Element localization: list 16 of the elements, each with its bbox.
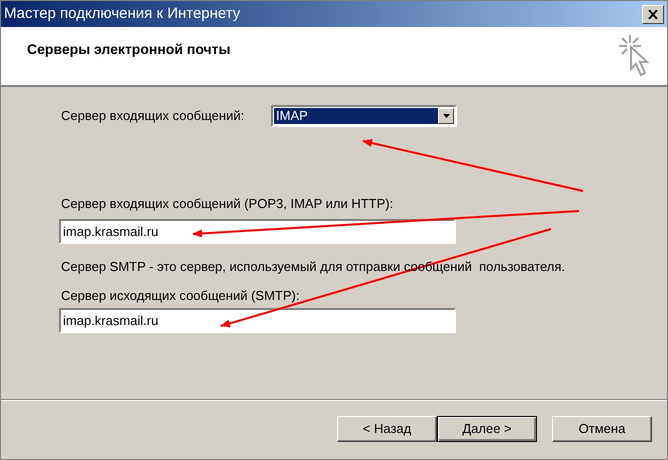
incoming-type-label: Сервер входящих сообщений: [60, 107, 246, 126]
server-type-dropdown[interactable]: IMAP [271, 105, 457, 127]
dropdown-value: IMAP [274, 108, 438, 124]
incoming-server-label: Сервер входящих сообщений (POP3, IMAP или HTTP): [60, 195, 394, 213]
caret-icon [442, 114, 450, 118]
outgoing-server-label: Сервер исходящих сообщений (SMTP): [60, 287, 300, 305]
header-title: Серверы электронной почты [27, 40, 230, 59]
wizard-button[interactable]: < Назад [337, 416, 437, 442]
wizard-button[interactable]: Отмена [552, 416, 652, 442]
window-title: Мастер подключения к Интернету [4, 4, 240, 24]
close-button[interactable] [642, 4, 664, 24]
incoming-server-field[interactable]: imap.krasmail.ru [59, 218, 456, 244]
dropdown-arrow-button[interactable] [438, 108, 454, 124]
outgoing-server-field[interactable]: imap.krasmail.ru [59, 308, 456, 332]
close-icon [648, 10, 658, 18]
wizard-button[interactable]: Далее > [437, 416, 537, 442]
